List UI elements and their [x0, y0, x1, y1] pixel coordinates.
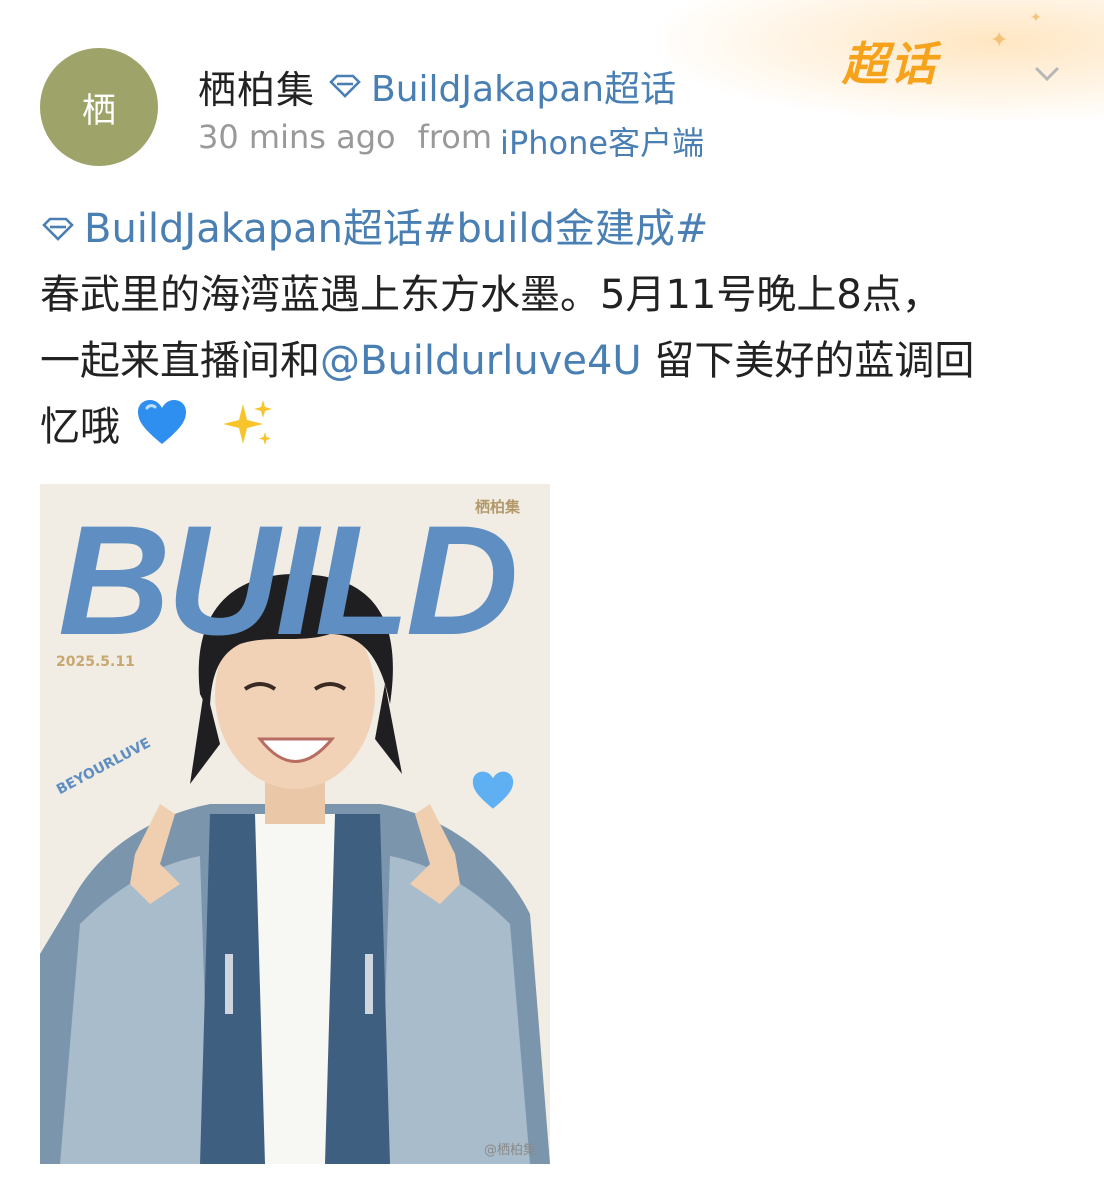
post-line-3-text: 忆哦: [40, 404, 120, 450]
chevron-down-icon[interactable]: [1030, 56, 1064, 90]
blue-heart-icon: [137, 400, 186, 444]
post-text: BuildJakapan超话 #build金建成# 春武里的海湾蓝遇上东方水墨。…: [40, 196, 1060, 460]
post-line-2-start: 一起来直播间和: [40, 338, 320, 384]
hashtag-line: BuildJakapan超话 #build金建成#: [40, 196, 1060, 262]
post-source-label: from: [417, 118, 493, 156]
image-watermark: @栖柏集: [483, 1143, 536, 1158]
post-line-3: 忆哦: [40, 394, 1060, 460]
author-line: 栖柏集 BuildJakapan超话: [198, 58, 676, 114]
poster-title: BUILD: [58, 494, 519, 668]
sparkles-icon: [223, 400, 273, 445]
post-time: 30 mins ago: [198, 118, 396, 156]
super-topic-link[interactable]: BuildJakapan超话: [327, 60, 676, 112]
blue-heart-icon: [472, 771, 514, 809]
sparkle-icon: ✦: [990, 28, 1009, 53]
super-topic-badge[interactable]: 超话: [842, 28, 938, 94]
poster-brand: 栖柏集: [474, 498, 520, 516]
post-line-2-end: 留下美好的蓝调回: [641, 338, 975, 384]
super-topic-hashtag[interactable]: BuildJakapan超话: [84, 196, 423, 262]
post-device[interactable]: iPhone客户端: [500, 118, 704, 164]
post-line-1: 春武里的海湾蓝遇上东方水墨。5月11号晚上8点，: [40, 272, 942, 318]
hashtag-build[interactable]: #build金建成#: [423, 196, 708, 262]
avatar-text: 栖: [82, 90, 116, 131]
user-mention[interactable]: @Buildurluve4U: [320, 338, 642, 384]
super-topic-label: BuildJakapan超话: [371, 69, 677, 110]
weibo-post: ✦ ✦ 超话 栖 栖柏集 BuildJakapan超话 30 mins ago …: [0, 0, 1104, 1200]
poster-date: 2025.5.11: [56, 654, 135, 670]
avatar[interactable]: 栖: [40, 48, 158, 166]
post-meta: 30 mins ago from iPhone客户端: [198, 118, 704, 164]
post-line-2: 一起来直播间和@Buildurluve4U 留下美好的蓝调回: [40, 328, 1060, 394]
diamond-icon: [329, 74, 361, 98]
diamond-icon: [42, 217, 74, 241]
author-name[interactable]: 栖柏集: [198, 59, 315, 114]
sparkle-icon: ✦: [1030, 10, 1042, 26]
post-image[interactable]: BUILD 栖柏集 2025.5.11 BEYOURLUVE @栖柏集: [40, 484, 550, 1164]
